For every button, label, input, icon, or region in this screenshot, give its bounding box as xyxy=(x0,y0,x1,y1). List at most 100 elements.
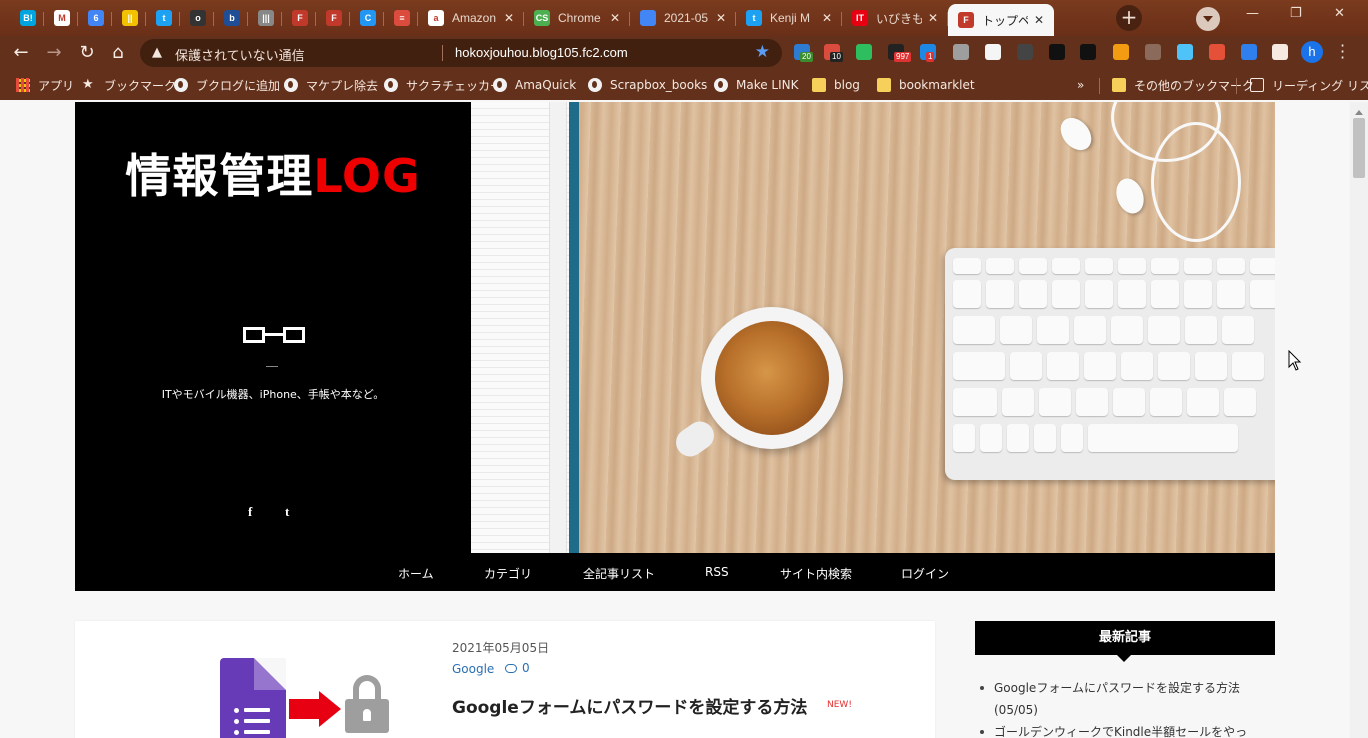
browser-tab[interactable]: IT いびきも ✕ xyxy=(842,4,948,32)
reload-button[interactable]: ↻ xyxy=(76,42,98,64)
new-tab-button[interactable]: + xyxy=(1116,5,1142,31)
close-tab-icon[interactable]: ✕ xyxy=(928,11,938,25)
browser-tab[interactable]: F xyxy=(316,4,352,32)
browser-tab[interactable]: ≡ xyxy=(384,4,420,32)
bookmark-item[interactable]: アプリ xyxy=(16,77,74,93)
site-title-main: 情報管理 xyxy=(125,149,314,203)
profile-avatar[interactable]: h xyxy=(1301,41,1323,63)
calendar-ext-icon[interactable] xyxy=(985,44,1001,60)
site-title[interactable]: 情報管理LOG xyxy=(75,140,471,206)
browser-tab[interactable]: t Kenji M ✕ xyxy=(736,4,842,32)
reading-list-button[interactable]: リーディング リスト xyxy=(1250,77,1368,93)
post-title-link[interactable]: Googleフォームにパスワードを設定する方法 xyxy=(452,693,807,718)
close-window-button[interactable]: ✕ xyxy=(1334,6,1345,21)
bookmark-item[interactable]: bookmarklet xyxy=(877,77,975,93)
comment-count: 0 xyxy=(522,661,530,675)
browser-tab[interactable]: CS Chrome ✕ xyxy=(524,4,630,32)
bookmark-star-icon[interactable]: ★ xyxy=(755,42,770,62)
security-status[interactable]: 保護されていない通信 xyxy=(175,45,305,64)
bookmark-item[interactable]: マケプレ除去 xyxy=(284,77,378,93)
browser-tab[interactable]: F トップペ ✕ xyxy=(948,4,1054,36)
home-button[interactable]: ⌂ xyxy=(107,42,129,64)
browser-tab[interactable]: b xyxy=(214,4,250,32)
browser-tab[interactable]: ||| xyxy=(248,4,284,32)
keyboard-key-image xyxy=(1185,316,1217,344)
diamond-ext-icon[interactable] xyxy=(1177,44,1193,60)
scroll-thumb[interactable] xyxy=(1353,118,1365,178)
browser-tab[interactable]: t xyxy=(146,4,182,32)
browser-tab[interactable]: C xyxy=(350,4,386,32)
layers-ext-icon[interactable] xyxy=(1049,44,1065,60)
share-ext-icon[interactable] xyxy=(1145,44,1161,60)
close-tab-icon[interactable]: ✕ xyxy=(822,11,832,25)
hatena-ext-icon[interactable]: 997 xyxy=(888,44,912,62)
bookmark-item[interactable]: ブクログに追加 xyxy=(174,77,280,93)
puzzle-ext-icon[interactable] xyxy=(1272,44,1288,60)
nav-item[interactable]: 全記事リスト xyxy=(583,565,655,582)
grid-ext-icon[interactable] xyxy=(1017,44,1033,60)
bookmark-item[interactable]: Scrapbox_books xyxy=(588,77,707,93)
expand-ext-icon[interactable] xyxy=(1241,44,1257,60)
bookmark-item[interactable]: Make LINK xyxy=(714,77,799,93)
twitter-icon[interactable]: t xyxy=(285,504,289,520)
close-tab-icon[interactable]: ✕ xyxy=(716,11,726,25)
tab-search-icon[interactable] xyxy=(1196,7,1220,31)
nav-item[interactable]: カテゴリ xyxy=(484,565,532,582)
pinboard-ext-icon[interactable]: 20 xyxy=(794,44,813,62)
facebook-icon[interactable]: f xyxy=(248,504,252,520)
bookmarks-overflow-button[interactable]: » xyxy=(1077,77,1084,93)
url-text[interactable]: hokoxjouhou.blog105.fc2.com xyxy=(455,45,628,60)
minimize-button[interactable]: — xyxy=(1246,6,1259,21)
browser-tab[interactable]: M xyxy=(44,4,80,32)
close-tab-icon[interactable]: ✕ xyxy=(504,11,514,25)
keyboard-key-image xyxy=(1111,316,1143,344)
browser-tab[interactable]: o xyxy=(180,4,216,32)
divider xyxy=(442,45,443,61)
folder-icon xyxy=(877,78,891,92)
inoreader-ext-icon[interactable]: 1 xyxy=(920,44,936,62)
warning-icon[interactable]: ▲ xyxy=(152,45,162,60)
post-comments-link[interactable]: 0 xyxy=(505,661,530,675)
nav-item[interactable]: ホーム xyxy=(398,565,434,582)
evernote-ext-icon[interactable] xyxy=(856,44,872,60)
post-category-link[interactable]: Google xyxy=(452,662,494,676)
close-tab-icon[interactable]: ✕ xyxy=(610,11,620,25)
extension-badge: 20 xyxy=(800,52,813,62)
bookmark-item[interactable]: ★ ブックマーク xyxy=(82,77,176,93)
keyboard-key-image xyxy=(1184,258,1212,274)
notebook-image xyxy=(471,102,579,553)
nav-item[interactable]: RSS xyxy=(705,565,729,579)
other-bookmarks-folder[interactable]: その他のブックマーク xyxy=(1112,77,1254,93)
browser-tab[interactable]: || xyxy=(112,4,148,32)
todoist-ext-icon[interactable]: 10 xyxy=(824,44,843,62)
browser-tab[interactable]: 6 xyxy=(78,4,114,32)
divider xyxy=(266,366,278,367)
recent-post-link[interactable]: Googleフォームにパスワードを設定する方法 xyxy=(978,677,1278,699)
address-bar[interactable]: ▲ 保護されていない通信 hokoxjouhou.blog105.fc2.com… xyxy=(140,39,782,67)
owl-icon: o xyxy=(190,10,206,26)
drop-ext-icon[interactable] xyxy=(1080,44,1096,60)
chrome-menu-icon[interactable]: · · · xyxy=(1340,38,1345,66)
rss-ext-icon[interactable] xyxy=(1113,44,1129,60)
browser-tab[interactable]: B! xyxy=(10,4,46,32)
close-tab-icon[interactable]: ✕ xyxy=(1034,13,1044,27)
forward-button[interactable]: → xyxy=(43,42,65,64)
comment-icon xyxy=(505,663,517,673)
castle-ext-icon[interactable] xyxy=(1209,44,1225,60)
page-scrollbar[interactable] xyxy=(1350,102,1368,738)
nav-item[interactable]: ログイン xyxy=(901,565,949,582)
nav-item[interactable]: サイト内検索 xyxy=(780,565,852,582)
browser-tab[interactable]: 2021-05 ✕ xyxy=(630,4,736,32)
bookmark-item[interactable]: サクラチェッカー xyxy=(384,77,502,93)
recent-post-link[interactable]: ゴールデンウィークでKindle半額セールをやっ xyxy=(978,721,1278,738)
back-button[interactable]: ← xyxy=(10,42,32,64)
keyboard-key-image xyxy=(1151,258,1179,274)
browser-tab[interactable]: F xyxy=(282,4,318,32)
twitter-icon: t xyxy=(156,10,172,26)
scroll-up-arrow-icon[interactable] xyxy=(1355,106,1363,115)
bookmark-item[interactable]: AmaQuick xyxy=(493,77,576,93)
browser-tab[interactable]: a Amazon ✕ xyxy=(418,4,524,32)
restore-button[interactable]: ❐ xyxy=(1290,6,1302,21)
bookmark-item[interactable]: blog xyxy=(812,77,860,93)
circle-ext-icon[interactable] xyxy=(953,44,969,60)
